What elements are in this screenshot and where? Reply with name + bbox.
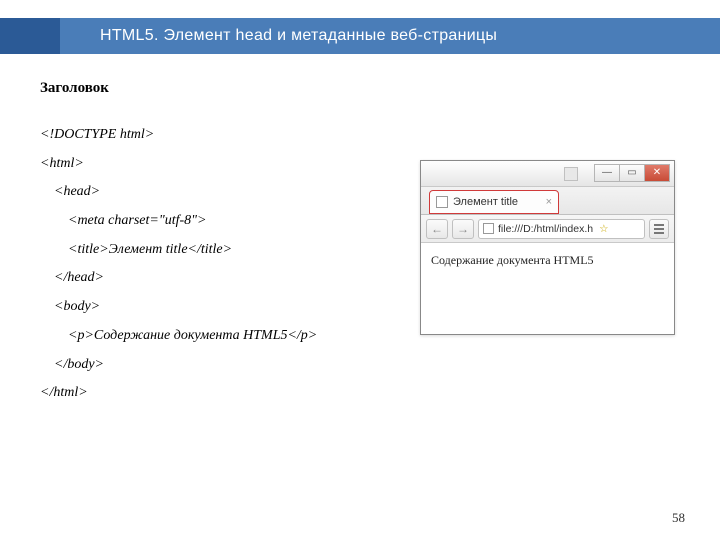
- browser-tab[interactable]: Элемент title ×: [429, 190, 559, 214]
- window-controls: — ▭ ✕: [595, 164, 670, 182]
- url-text: file:///D:/html/index.h: [498, 223, 593, 235]
- content-area: Заголовок <!DOCTYPE html> <html> <head> …: [40, 80, 420, 408]
- page-icon: [483, 223, 494, 234]
- address-bar[interactable]: file:///D:/html/index.h ☆: [478, 219, 645, 239]
- tab-title: Элемент title: [453, 196, 518, 208]
- browser-window: — ▭ ✕ Элемент title × ← → file:///D:/htm…: [420, 160, 675, 335]
- code-line: <head>: [40, 184, 100, 199]
- code-line: <title>Элемент title</title>: [40, 242, 232, 257]
- section-subtitle: Заголовок: [40, 80, 420, 97]
- browser-titlebar: — ▭ ✕: [421, 161, 674, 187]
- arrow-right-icon: →: [457, 222, 469, 236]
- code-line: </head>: [40, 270, 104, 285]
- window-icon: [564, 167, 578, 181]
- slide-header: HTML5. Элемент head и метаданные веб-стр…: [0, 18, 720, 54]
- slide-title: HTML5. Элемент head и метаданные веб-стр…: [100, 27, 497, 45]
- code-line: </body>: [40, 357, 104, 372]
- menu-button[interactable]: [649, 219, 669, 239]
- code-line: <html>: [40, 156, 84, 171]
- page-icon: [436, 196, 448, 208]
- code-line: <!DOCTYPE html>: [40, 127, 154, 142]
- page-number: 58: [672, 510, 685, 526]
- tab-close-icon[interactable]: ×: [546, 196, 552, 208]
- code-line: <body>: [40, 299, 100, 314]
- tab-strip: Элемент title ×: [421, 187, 674, 215]
- hamburger-icon: [654, 224, 664, 226]
- browser-viewport: Содержание документа HTML5: [421, 243, 674, 278]
- code-line: <meta charset="utf-8">: [40, 213, 206, 228]
- maximize-button[interactable]: ▭: [619, 164, 645, 182]
- arrow-left-icon: ←: [431, 222, 443, 236]
- close-button[interactable]: ✕: [644, 164, 670, 182]
- bookmark-star-icon[interactable]: ☆: [599, 223, 608, 235]
- code-block: <!DOCTYPE html> <html> <head> <meta char…: [40, 121, 420, 408]
- back-button[interactable]: ←: [426, 219, 448, 239]
- minimize-button[interactable]: —: [594, 164, 620, 182]
- forward-button[interactable]: →: [452, 219, 474, 239]
- address-bar-row: ← → file:///D:/html/index.h ☆: [421, 215, 674, 243]
- code-line: </html>: [40, 385, 88, 400]
- header-accent: [0, 18, 60, 54]
- page-body-text: Содержание документа HTML5: [431, 253, 594, 267]
- code-line: <p>Содержание документа HTML5</p>: [40, 328, 317, 343]
